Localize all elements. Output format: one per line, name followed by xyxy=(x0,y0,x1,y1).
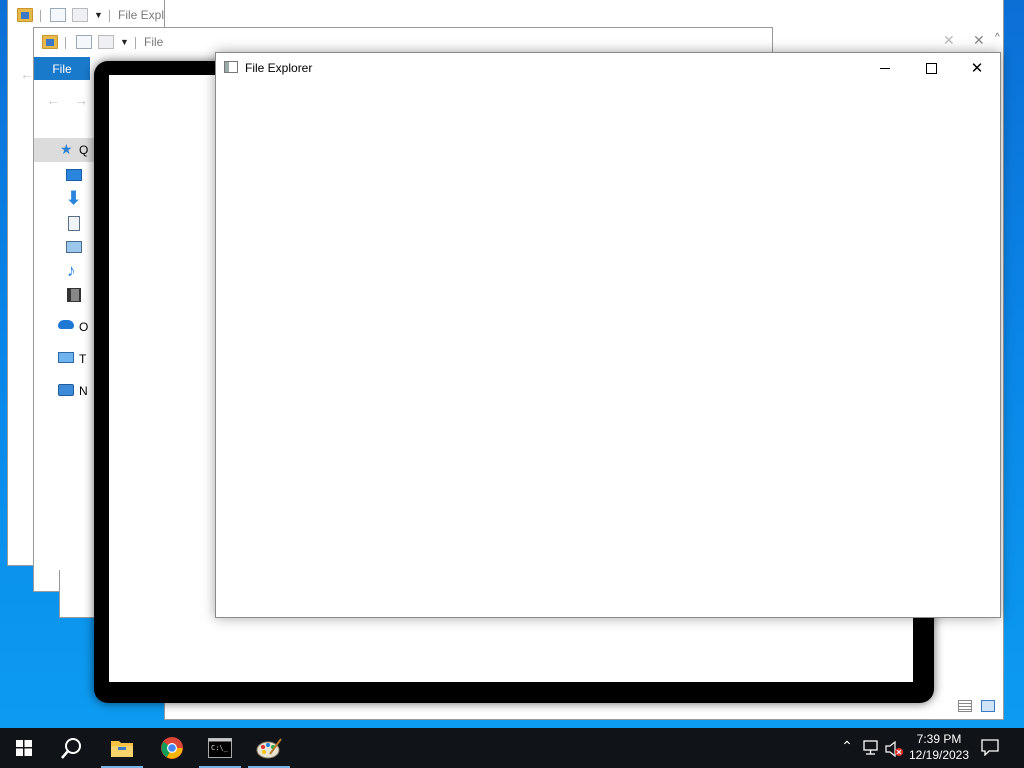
terminal-icon: C:\_ xyxy=(208,738,232,758)
pictures-icon[interactable] xyxy=(66,241,82,253)
toolbar-separator xyxy=(135,37,136,49)
svg-text:C:\_: C:\_ xyxy=(211,744,229,752)
network-icon xyxy=(58,384,74,396)
music-icon[interactable]: ♪ xyxy=(67,261,76,281)
document-icon[interactable] xyxy=(68,216,80,231)
properties-icon[interactable] xyxy=(50,8,66,22)
folder-icon xyxy=(111,741,133,757)
toolbar-separator xyxy=(109,10,110,22)
back-arrow-icon[interactable]: ← xyxy=(20,66,34,82)
toolbar-separator xyxy=(65,37,66,49)
maximize-button[interactable] xyxy=(908,53,954,83)
file-explorer-window[interactable]: File Explorer ✕ xyxy=(215,52,1001,618)
clock-date: 12/19/2023 xyxy=(908,748,970,762)
paint-icon xyxy=(256,738,282,759)
taskbar-terminal[interactable]: C:\_ xyxy=(196,728,244,768)
sidebar-item-label: Q xyxy=(79,143,89,157)
sidebar-item-this-pc[interactable]: T xyxy=(58,350,94,370)
chrome-icon xyxy=(161,737,183,759)
taskbar-chrome[interactable] xyxy=(148,728,196,768)
sidebar-item-network[interactable]: N xyxy=(58,382,94,402)
sidebar-item-label: O xyxy=(79,320,89,334)
sidebar-item-onedrive[interactable]: O xyxy=(58,318,94,338)
forward-arrow-icon[interactable]: → xyxy=(74,92,88,108)
windows-logo-icon xyxy=(16,740,32,756)
close-button[interactable]: ✕ xyxy=(954,53,1000,83)
sidebar-item-label: N xyxy=(79,384,88,398)
file-menu-label: File xyxy=(52,61,72,76)
network-status-button[interactable] xyxy=(862,740,880,758)
chevron-up-icon[interactable]: ^ xyxy=(995,32,1000,43)
taskbar-paint[interactable] xyxy=(245,728,293,768)
volume-button[interactable] xyxy=(885,740,907,758)
taskbar: C:\_ ⌃ 7:39 PM 12/19/2023 xyxy=(0,728,1024,768)
taskbar-clock[interactable]: 7:39 PM 12/19/2023 xyxy=(906,731,972,763)
sidebar-item-quick-access[interactable]: ★ Q xyxy=(34,138,94,162)
properties-icon[interactable] xyxy=(76,35,92,49)
this-pc-icon xyxy=(58,352,74,363)
app-window-icon xyxy=(224,61,238,73)
file-menu-tab[interactable]: File xyxy=(34,57,90,80)
video-icon[interactable] xyxy=(67,288,81,302)
back-arrow-icon[interactable]: ← xyxy=(46,92,60,108)
customize-quick-access-icon[interactable]: ▼ xyxy=(94,10,103,20)
notification-icon xyxy=(981,739,999,757)
start-button[interactable] xyxy=(0,728,48,768)
new-folder-icon[interactable] xyxy=(72,8,88,22)
customize-quick-access-icon[interactable]: ▼ xyxy=(120,37,129,47)
desktop-icon[interactable] xyxy=(66,169,82,181)
close-icon[interactable]: ✕ xyxy=(973,32,985,49)
toolbar-separator xyxy=(40,10,41,22)
close-icon[interactable]: ✕ xyxy=(943,32,955,49)
search-icon xyxy=(61,738,81,759)
window-title: File xyxy=(144,35,164,49)
sidebar-item-label: T xyxy=(79,352,87,366)
folder-icon xyxy=(17,8,33,22)
clock-time: 7:39 PM xyxy=(916,732,962,746)
network-icon xyxy=(863,740,878,755)
details-view-icon[interactable] xyxy=(958,700,972,712)
title-bar[interactable]: File Explorer ✕ xyxy=(216,53,1000,83)
volume-muted-icon xyxy=(885,740,903,758)
new-folder-icon[interactable] xyxy=(98,35,114,49)
search-button[interactable] xyxy=(48,728,96,768)
show-hidden-icons-button[interactable]: ⌃ xyxy=(838,738,856,758)
large-icons-view-icon[interactable] xyxy=(981,700,995,712)
action-center-button[interactable] xyxy=(980,738,1002,758)
minimize-button[interactable] xyxy=(862,53,908,83)
taskbar-file-explorer[interactable] xyxy=(98,728,146,768)
folder-icon xyxy=(42,35,58,49)
minimize-icon xyxy=(880,67,890,69)
maximize-icon xyxy=(925,62,937,74)
download-icon[interactable]: ⬇ xyxy=(66,188,81,209)
onedrive-icon xyxy=(58,320,74,329)
chevron-up-icon: ⌃ xyxy=(841,738,853,754)
star-icon: ★ xyxy=(60,141,73,157)
window-title: File Explorer xyxy=(245,61,313,75)
close-icon: ✕ xyxy=(970,59,984,77)
window-title: File Explo xyxy=(118,8,171,22)
